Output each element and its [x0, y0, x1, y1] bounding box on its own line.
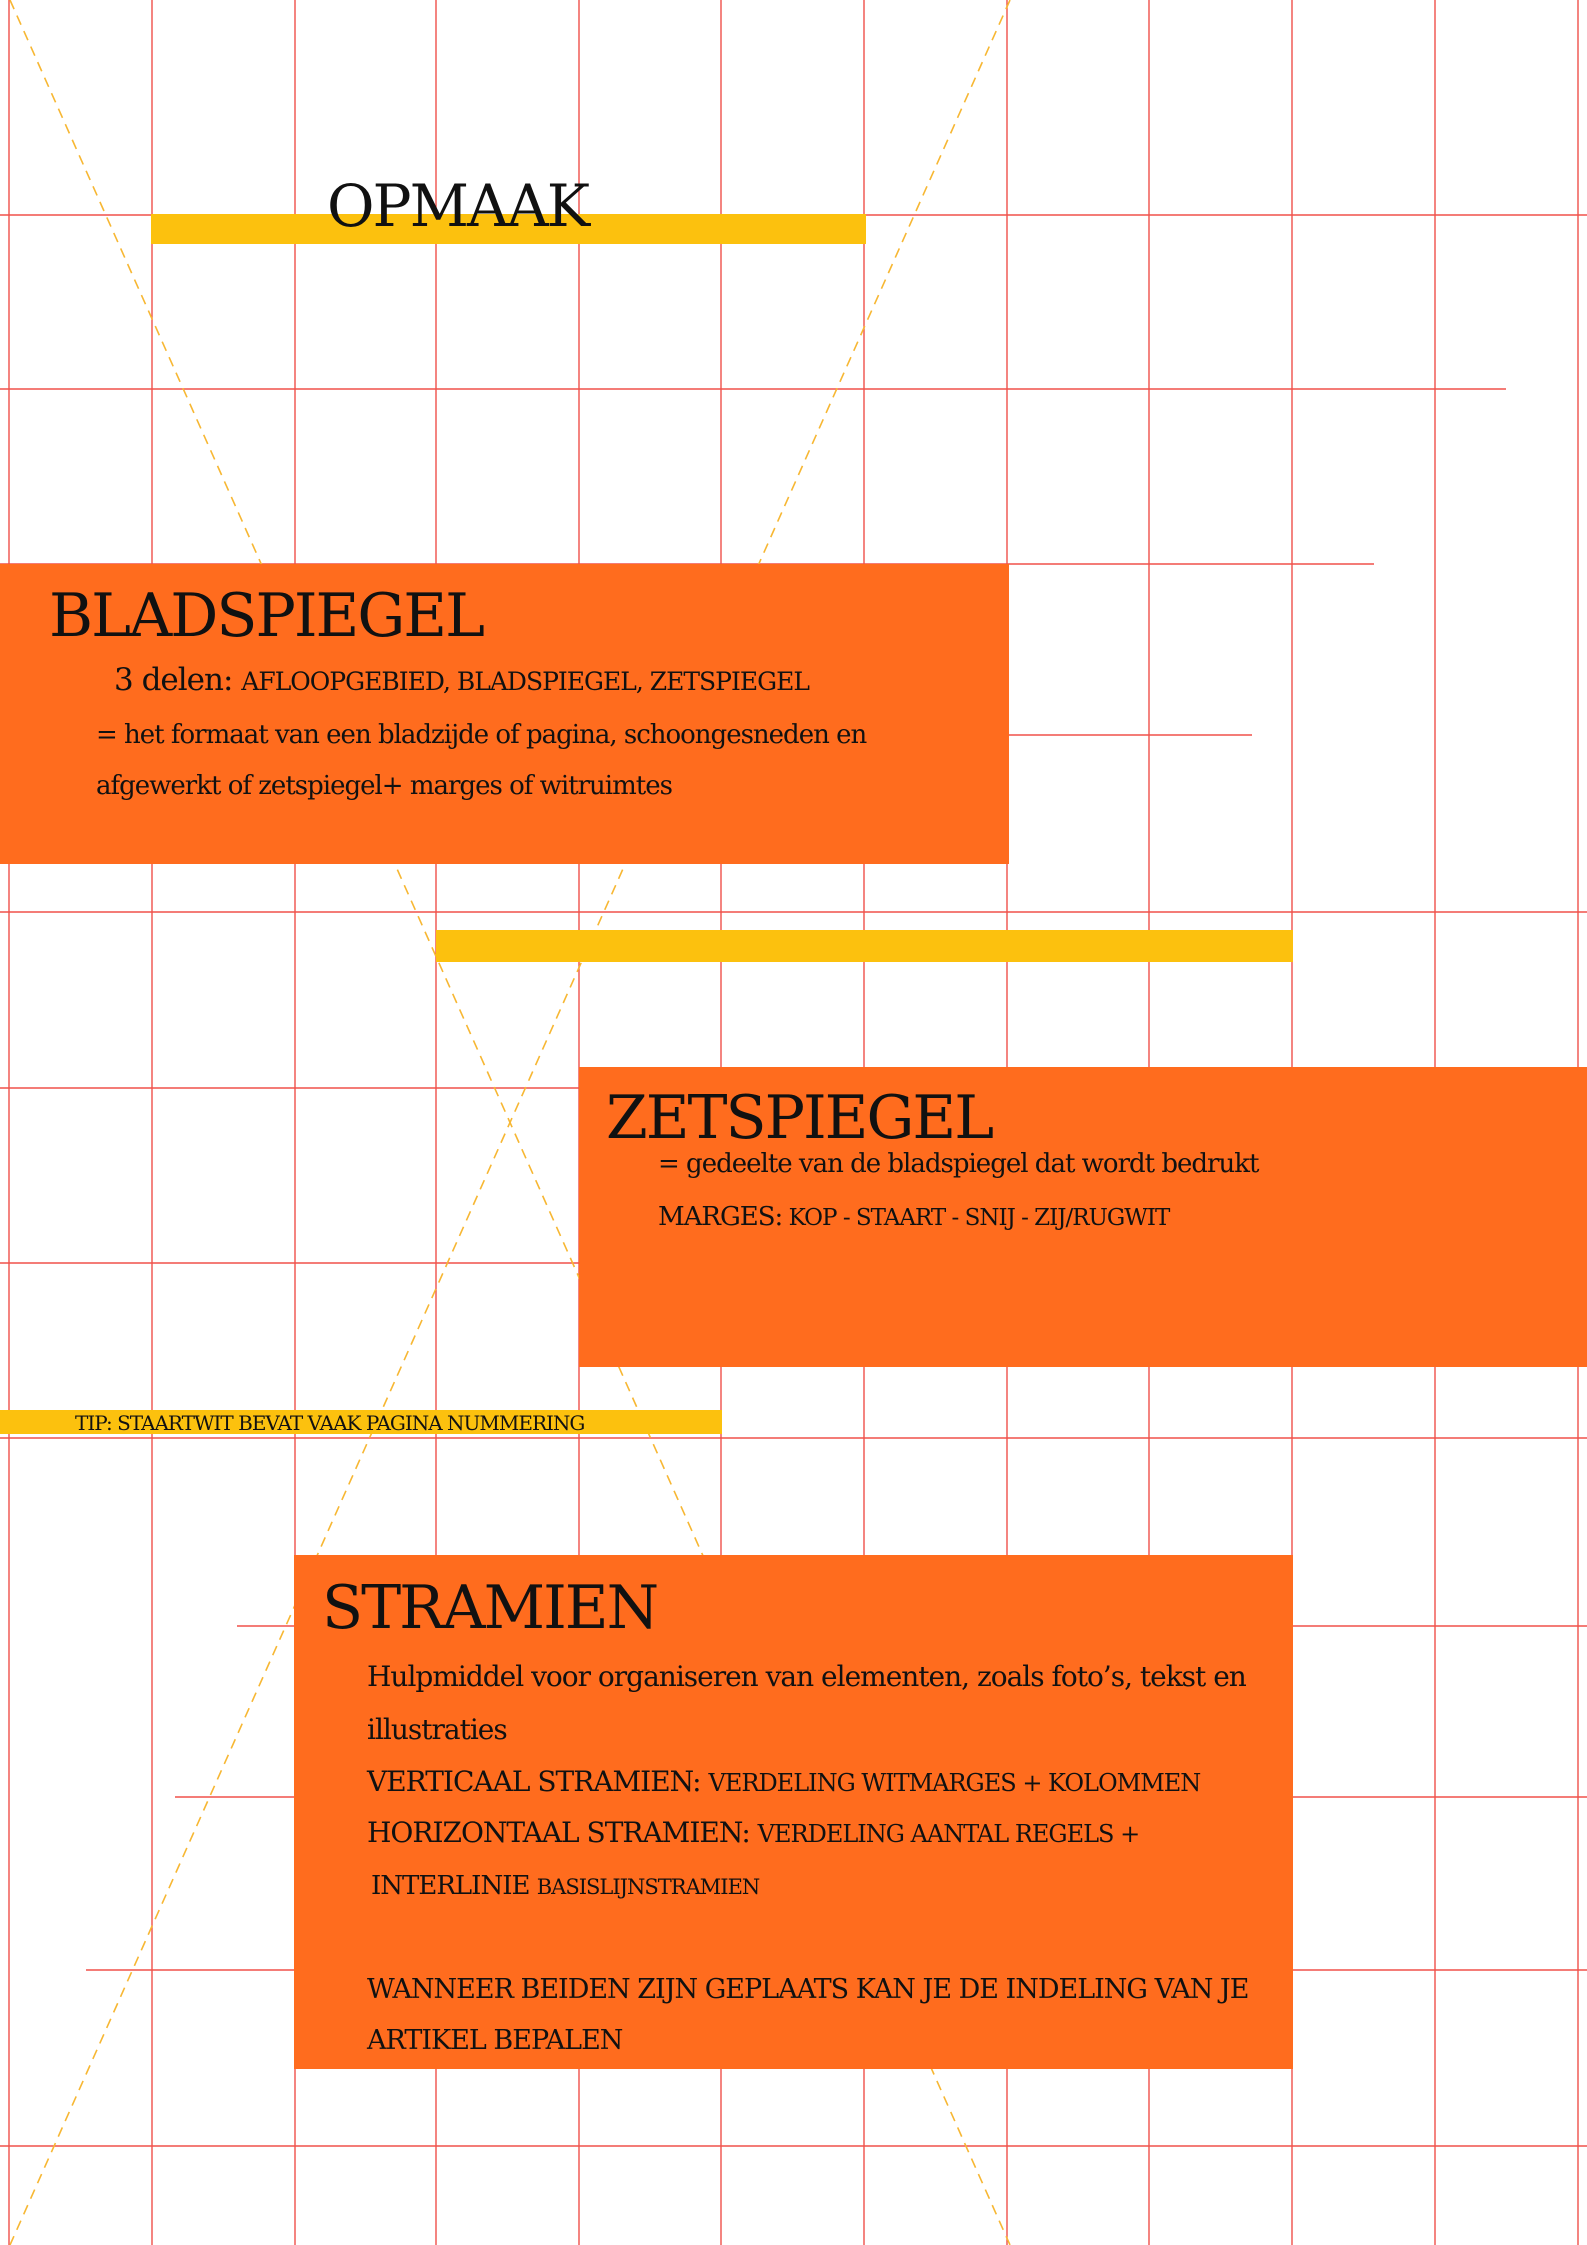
marges-values: KOP - STAART - SNIJ - ZIJ/RUGWIT [782, 1205, 1171, 1231]
bladspiegel-definition-line1: = het formaat van een bladzijde of pagin… [96, 720, 867, 750]
bladspiegel-heading: BLADSPIEGEL [49, 581, 485, 651]
stramien-definition-line1: Hulpmiddel voor organiseren van elemente… [367, 1660, 1247, 1693]
section-divider-bar [436, 930, 1293, 962]
bladspiegel-parts-lead: 3 delen: [114, 662, 242, 698]
horizontal-label: HORIZONTAAL STRAMIEN: [367, 1816, 758, 1849]
bladspiegel-parts-list: AFLOOPGEBIED, BLADSPIEGEL, ZETSPIEGEL [241, 667, 810, 696]
stramien-vertical: VERTICAAL STRAMIEN: VERDELING WITMARGES … [367, 1764, 1202, 1804]
page-title: OPMAAK [327, 172, 590, 240]
vertical-label: VERTICAAL STRAMIEN: [367, 1765, 709, 1798]
vertical-text: VERDELING WITMARGES + KOLOMMEN [708, 1769, 1202, 1797]
stramien-heading: STRAMIEN [322, 1573, 659, 1643]
interlinie-text: BASISLIJNSTRAMIEN [536, 1875, 761, 1899]
stramien-horizontal: HORIZONTAAL STRAMIEN: VERDELING AANTAL R… [367, 1815, 1141, 1855]
tip-text: TIP: STAARTWIT BEVAT VAAK PAGINA NUMMERI… [75, 1411, 585, 1435]
stramien-definition-line2: illustraties [367, 1713, 508, 1746]
stramien-conclusion-line1: WANNEER BEIDEN ZIJN GEPLAATS KAN JE DE I… [367, 1974, 1249, 2005]
zetspiegel-heading: ZETSPIEGEL [606, 1083, 994, 1153]
zetspiegel-definition: = gedeelte van de bladspiegel dat wordt … [658, 1149, 1259, 1179]
horizontal-text: VERDELING AANTAL REGELS + [757, 1820, 1141, 1848]
marges-label: MARGES: [658, 1202, 783, 1232]
bladspiegel-line-parts: 3 delen: AFLOOPGEBIED, BLADSPIEGEL, ZETS… [114, 660, 810, 705]
zetspiegel-marges: MARGES: KOP - STAART - SNIJ - ZIJ/RUGWIT [658, 1200, 1171, 1237]
stramien-interlinie: INTERLINIE BASISLIJNSTRAMIEN [371, 1868, 761, 1907]
interlinie-label: INTERLINIE [371, 1871, 537, 1901]
bladspiegel-definition-line2: afgewerkt of zetspiegel+ marges of witru… [96, 771, 673, 801]
stramien-conclusion-line2: ARTIKEL BEPALEN [367, 2025, 623, 2056]
